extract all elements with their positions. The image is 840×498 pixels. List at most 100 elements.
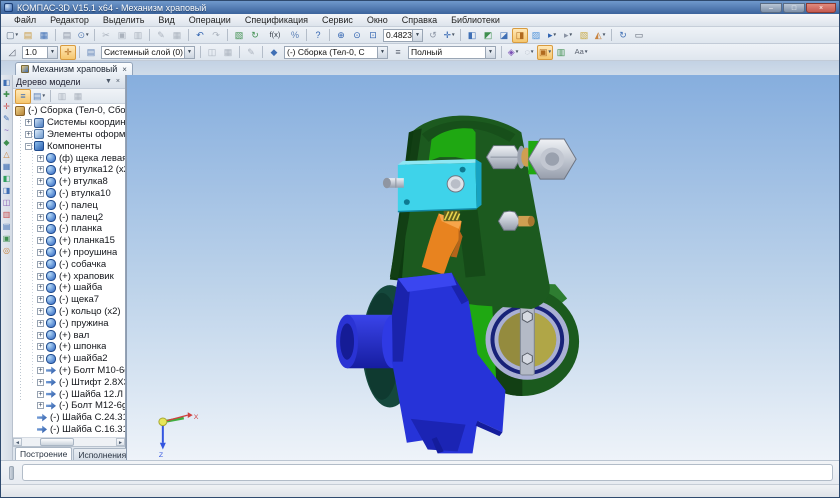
maximize-button[interactable]: □	[783, 3, 805, 13]
panel-features-icon[interactable]: ◨	[1, 185, 12, 196]
menu-item[interactable]: Выделить	[96, 15, 152, 25]
menu-item[interactable]: Справка	[395, 15, 444, 25]
tree-item[interactable]: + (+) шайба2	[13, 353, 125, 365]
expand-toggle-icon[interactable]: +	[37, 166, 44, 173]
tree-item[interactable]: (-) Шайба С.24.31 ГО	[13, 412, 125, 424]
select-filter-button[interactable]: ▸▾	[544, 28, 560, 43]
new-document-button[interactable]: ▢▾	[4, 28, 20, 43]
tree-item[interactable]: + (-) щека7	[13, 294, 125, 306]
panel-surfaces-icon[interactable]: ◆	[1, 137, 12, 148]
panel-axis-icon[interactable]: ✛	[1, 101, 12, 112]
minimize-button[interactable]: –	[760, 3, 782, 13]
panel-aux-geometry-icon[interactable]: △	[1, 149, 12, 160]
document-tab[interactable]: Механизм храповый ×	[15, 62, 133, 75]
panel-standard-icon[interactable]: ◧	[1, 77, 12, 88]
tree-item[interactable]: + (+) шайба	[13, 282, 125, 294]
expand-toggle-icon[interactable]: +	[37, 391, 44, 398]
tab-close-icon[interactable]: ×	[122, 65, 127, 74]
update-document-button[interactable]: ↻	[247, 28, 263, 43]
panel-body-icon[interactable]: ◧	[1, 173, 12, 184]
viewport-3d[interactable]: X Z	[126, 75, 839, 460]
dropdown-arrow-icon[interactable]: ▼	[184, 47, 194, 58]
paste-button[interactable]: ▥	[130, 28, 146, 43]
expand-toggle-icon[interactable]: +	[37, 343, 44, 350]
tree-item[interactable]: + (-) кольцо (х2)	[13, 306, 125, 318]
shading-mode-button[interactable]: ◨	[512, 28, 528, 43]
dropdown-arrow-icon[interactable]: ▼	[377, 47, 387, 58]
tree-extra-button[interactable]: ▦	[70, 89, 86, 104]
snap-toggle-button[interactable]: ✛	[60, 45, 76, 60]
layer-combo[interactable]: Системный слой (0) ▼	[101, 46, 195, 59]
designations-button[interactable]: Aa▾	[569, 45, 593, 60]
scroll-thumb[interactable]	[40, 438, 74, 446]
detail-level-icon[interactable]: ≡	[390, 45, 406, 60]
tree-item[interactable]: + (+) вал	[13, 329, 125, 341]
zoom-in-button[interactable]: ⊕	[333, 28, 349, 43]
expand-toggle-icon[interactable]: +	[37, 273, 44, 280]
panel-close-icon[interactable]: ×	[114, 78, 122, 85]
tree-relations-button[interactable]: ▥	[54, 89, 70, 104]
hide-objects-button[interactable]: ▧	[576, 28, 592, 43]
zoom-scale-combo[interactable]: 0.4823 ▼	[383, 29, 423, 42]
select-mode-button[interactable]: ▸▾	[560, 28, 576, 43]
scroll-track[interactable]	[22, 438, 116, 446]
visibility-button[interactable]: ◌▾	[521, 45, 537, 60]
tree-item[interactable]: − Компоненты	[13, 140, 125, 152]
expand-toggle-icon[interactable]: +	[37, 332, 44, 339]
refresh-view-button[interactable]: ↺	[425, 28, 441, 43]
components-filter-button[interactable]: ◈▾	[505, 45, 521, 60]
expand-toggle-icon[interactable]: +	[37, 261, 44, 268]
mates-mode-button[interactable]: ▥	[553, 45, 569, 60]
dropdown-arrow-icon[interactable]: ▼	[47, 47, 57, 58]
scroll-left-icon[interactable]: ◄	[13, 438, 22, 446]
tree-item[interactable]: + (-) Гайка М24х2-6Н.0	[13, 435, 125, 437]
expand-toggle-icon[interactable]: +	[37, 296, 44, 303]
panel-edit-part-icon[interactable]: ✚	[1, 89, 12, 100]
tree-item[interactable]: + (-) втулка10	[13, 188, 125, 200]
expand-toggle-icon[interactable]: +	[37, 308, 44, 315]
menu-item[interactable]: Спецификация	[238, 15, 315, 25]
undo-button[interactable]: ↶	[192, 28, 208, 43]
preview-button[interactable]: ⊙▾	[75, 28, 91, 43]
tree-item[interactable]: + (-) планка	[13, 223, 125, 235]
tree-item[interactable]: + (+) шпонка	[13, 341, 125, 353]
layers-button[interactable]: ▤	[83, 45, 99, 60]
save-button[interactable]: ▦	[36, 28, 52, 43]
panel-apps-icon[interactable]: ◎	[1, 245, 12, 256]
orientation-iso-button[interactable]: ◪	[496, 28, 512, 43]
tree-item[interactable]: + (-) Штифт 2.8Х32 ГОС	[13, 376, 125, 388]
tree-item[interactable]: + (+) планка15	[13, 235, 125, 247]
zoom-selected-button[interactable]: ⊙	[349, 28, 365, 43]
pin-icon[interactable]: ▼	[103, 78, 114, 85]
dropdown-arrow-icon[interactable]: ▼	[485, 47, 495, 58]
panel-filters-icon[interactable]: ▥	[1, 209, 12, 220]
panel-curves-icon[interactable]: ~	[1, 125, 12, 136]
tree-item[interactable]: + (+) втулка8	[13, 176, 125, 188]
context-help-button[interactable]: ?	[310, 28, 326, 43]
tree-item[interactable]: + Системы координат	[13, 117, 125, 129]
tree-composition-button[interactable]: ▤▾	[31, 89, 47, 104]
expand-toggle-icon[interactable]: +	[37, 178, 44, 185]
menu-item[interactable]: Операции	[182, 15, 238, 25]
open-button[interactable]: ▤	[20, 28, 36, 43]
current-part-icon[interactable]: ◆	[266, 45, 282, 60]
tree-item[interactable]: + (+) Болт М10-6gх50.1	[13, 365, 125, 377]
load-mode-button[interactable]: ▣▾	[537, 45, 553, 60]
expand-toggle-icon[interactable]: +	[37, 367, 44, 374]
splitter-grip[interactable]	[9, 466, 14, 480]
zoom-area-button[interactable]: ⊡	[365, 28, 381, 43]
expand-toggle-icon[interactable]: +	[37, 237, 44, 244]
menu-item[interactable]: Окно	[360, 15, 395, 25]
cut-button[interactable]: ✂	[98, 28, 114, 43]
wireframe-mode-button[interactable]: ▨	[528, 28, 544, 43]
tree-item[interactable]: + (-) палец2	[13, 211, 125, 223]
tree-item[interactable]: + (ф) щека левая	[13, 152, 125, 164]
tree-horizontal-scrollbar[interactable]: ◄ ►	[13, 437, 125, 446]
panel-arrays-icon[interactable]: ▦	[1, 161, 12, 172]
panel-reports-icon[interactable]: ▣	[1, 233, 12, 244]
document-scale-icon[interactable]: ◿	[4, 45, 20, 60]
menu-item[interactable]: Сервис	[315, 15, 360, 25]
expand-toggle-icon[interactable]: −	[25, 143, 32, 150]
tab-postroenie[interactable]: Построение	[15, 447, 72, 460]
expand-toggle-icon[interactable]: +	[25, 131, 32, 138]
